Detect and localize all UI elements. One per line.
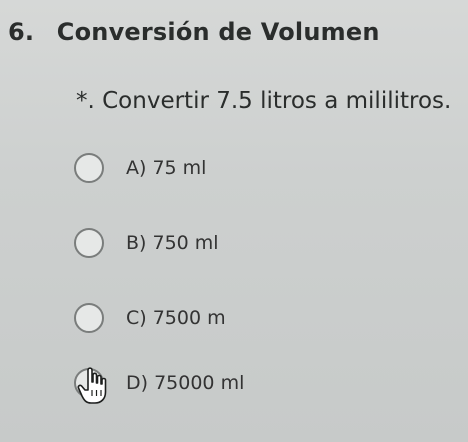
question-prompt: *. Convertir 7.5 litros a mililitros. [76,88,452,114]
option-a[interactable]: A) 75 ml [74,150,206,186]
question-title: Conversión de Volumen [56,18,380,46]
quiz-page: 6. Conversión de Volumen *. Convertir 7.… [0,0,468,442]
option-d[interactable]: D) 75000 ml [74,365,245,404]
option-b-label: B) 750 ml [126,232,219,254]
question-number: 6. [8,18,35,46]
option-a-label: A) 75 ml [126,157,207,179]
option-c-label: C) 7500 m [126,307,226,329]
option-b[interactable]: B) 750 ml [74,225,219,261]
radio-circle-icon[interactable] [74,303,104,333]
option-d-label: D) 75000 ml [126,372,245,394]
option-c[interactable]: C) 7500 m [74,300,226,336]
hand-pointer-icon [77,367,107,404]
radio-circle-icon[interactable] [74,153,104,183]
radio-circle-icon[interactable] [74,228,104,258]
question-header: 6. Conversión de Volumen [8,18,380,46]
option-d-radio-wrap[interactable] [74,367,107,404]
